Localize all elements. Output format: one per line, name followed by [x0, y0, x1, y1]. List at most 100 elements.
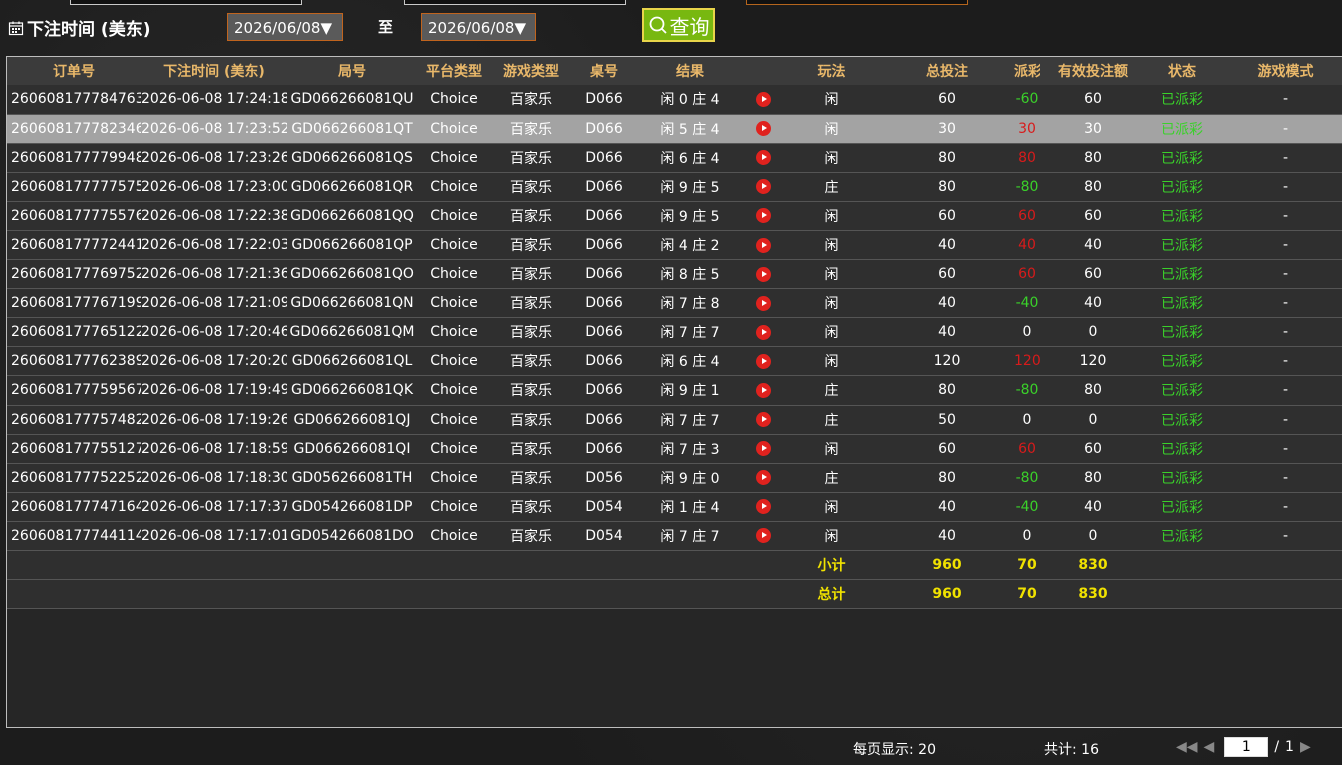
table-row[interactable]: 260608177759567 2026-06-08 17:19:49 GD0662…: [7, 375, 1342, 406]
play-type-cell: 闲: [783, 346, 880, 377]
payout-cell: -40: [1014, 288, 1040, 319]
round-number-cell: GD054266081DP: [287, 492, 417, 522]
play-icon[interactable]: [755, 266, 771, 282]
status-cell: 已派彩: [1146, 172, 1218, 202]
column-header: 局号: [338, 64, 366, 80]
page-number-input[interactable]: 1: [1224, 737, 1269, 757]
status-cell: 已派彩: [1146, 434, 1218, 464]
valid-bet-cell: 0: [1040, 405, 1146, 435]
replay-cell[interactable]: [743, 114, 783, 144]
replay-cell[interactable]: [743, 143, 783, 173]
play-icon[interactable]: [755, 237, 771, 253]
valid-bet-cell: 40: [1040, 288, 1146, 319]
play-icon[interactable]: [755, 295, 771, 311]
play-icon[interactable]: [755, 470, 771, 486]
replay-cell[interactable]: [743, 492, 783, 522]
query-button-label: 查询: [669, 14, 710, 39]
game-mode-cell: -: [1218, 201, 1342, 231]
order-number-cell: 260608177752252: [7, 463, 141, 493]
column-header: 有效投注额: [1058, 64, 1128, 80]
table-row[interactable]: 260608177747164 2026-06-08 17:17:37 GD0542…: [7, 492, 1342, 522]
round-number-cell: GD066266081QJ: [287, 405, 417, 435]
result-cell: 闲 7 庄 7: [637, 317, 743, 348]
result-cell: 闲 9 庄 5: [637, 172, 743, 202]
replay-cell[interactable]: [743, 463, 783, 493]
table-row[interactable]: 260608177772441 2026-06-08 17:22:03 GD0662…: [7, 230, 1342, 261]
play-type-cell: 闲: [783, 85, 880, 115]
subtotal-payout: 70: [1014, 550, 1040, 581]
replay-cell[interactable]: [743, 85, 783, 115]
payout-cell: 60: [1014, 434, 1040, 464]
play-icon[interactable]: [755, 353, 771, 369]
result-cell: 闲 8 庄 5: [637, 259, 743, 290]
result-cell: 闲 9 庄 5: [637, 201, 743, 231]
replay-cell[interactable]: [743, 201, 783, 231]
valid-bet-cell: 60: [1040, 259, 1146, 290]
valid-bet-cell: 80: [1040, 143, 1146, 173]
play-icon[interactable]: [755, 121, 771, 137]
round-number-cell: GD066266081QM: [287, 317, 417, 348]
platform-cell: Choice: [417, 172, 491, 202]
order-number-cell: 260608177747164: [7, 492, 141, 522]
result-cell: 闲 7 庄 3: [637, 434, 743, 464]
table-number-cell: D066: [571, 85, 637, 115]
round-number-cell: GD066266081QT: [287, 114, 417, 144]
platform-cell: Choice: [417, 143, 491, 173]
bet-time-cell: 2026-06-08 17:20:46: [141, 317, 287, 348]
table-row[interactable]: 260608177784763 2026-06-08 17:24:18 GD0662…: [7, 85, 1342, 115]
date-from-select[interactable]: 2026/06/08▼: [227, 13, 343, 41]
empty-cell: [743, 550, 783, 581]
total-bet-cell: 60: [880, 85, 1014, 115]
status-cell: 已派彩: [1146, 288, 1218, 319]
game-mode-cell: -: [1218, 114, 1342, 144]
table-row[interactable]: 260608177755127 2026-06-08 17:18:59 GD0662…: [7, 434, 1342, 464]
table-row[interactable]: 260608177769752 2026-06-08 17:21:36 GD0662…: [7, 259, 1342, 290]
play-icon[interactable]: [755, 441, 771, 457]
play-icon[interactable]: [755, 324, 771, 340]
game-mode-cell: -: [1218, 317, 1342, 348]
next-page-icon[interactable]: ▶: [1300, 739, 1311, 755]
replay-cell[interactable]: [743, 317, 783, 348]
replay-cell[interactable]: [743, 346, 783, 377]
first-page-icon[interactable]: ◀◀: [1176, 739, 1198, 755]
bet-time-cell: 2026-06-08 17:21:36: [141, 259, 287, 290]
play-icon[interactable]: [755, 91, 771, 107]
table-number-cell: D066: [571, 143, 637, 173]
replay-cell[interactable]: [743, 172, 783, 202]
table-row[interactable]: 260608177767199 2026-06-08 17:21:09 GD0662…: [7, 288, 1342, 319]
replay-cell[interactable]: [743, 375, 783, 406]
play-icon[interactable]: [755, 412, 771, 428]
play-icon[interactable]: [755, 499, 771, 515]
play-icon[interactable]: [755, 208, 771, 224]
table-row[interactable]: 260608177779948 2026-06-08 17:23:26 GD0662…: [7, 143, 1342, 173]
total-bet-cell: 50: [880, 405, 1014, 435]
platform-cell: Choice: [417, 201, 491, 231]
result-cell: 闲 7 庄 7: [637, 405, 743, 435]
replay-cell[interactable]: [743, 405, 783, 435]
prev-page-icon[interactable]: ◀: [1204, 739, 1215, 755]
table-row[interactable]: 260608177775576 2026-06-08 17:22:38 GD0662…: [7, 201, 1342, 231]
result-cell: 闲 9 庄 1: [637, 375, 743, 406]
table-row[interactable]: 260608177744114 2026-06-08 17:17:01 GD0542…: [7, 521, 1342, 552]
table-number-cell: D066: [571, 114, 637, 144]
replay-cell[interactable]: [743, 521, 783, 552]
empty-cell: [287, 550, 417, 581]
replay-cell[interactable]: [743, 259, 783, 290]
date-to-select[interactable]: 2026/06/08▼: [421, 13, 536, 41]
table-row[interactable]: 260608177752252 2026-06-08 17:18:30 GD0562…: [7, 463, 1342, 493]
table-row[interactable]: 260608177765122 2026-06-08 17:20:46 GD0662…: [7, 317, 1342, 348]
play-icon[interactable]: [755, 382, 771, 398]
replay-cell[interactable]: [743, 288, 783, 319]
play-icon[interactable]: [755, 179, 771, 195]
play-icon[interactable]: [755, 150, 771, 166]
replay-cell[interactable]: [743, 230, 783, 261]
play-icon[interactable]: [755, 528, 771, 544]
table-row[interactable]: 260608177777575 2026-06-08 17:23:00 GD0662…: [7, 172, 1342, 202]
table-row[interactable]: 260608177762389 2026-06-08 17:20:20 GD0662…: [7, 346, 1342, 377]
table-row[interactable]: 260608177782346 2026-06-08 17:23:52 GD0662…: [7, 114, 1342, 144]
table-row[interactable]: 260608177757482 2026-06-08 17:19:26 GD0662…: [7, 405, 1342, 435]
valid-bet-cell: 0: [1040, 317, 1146, 348]
query-button[interactable]: 查询: [642, 8, 715, 42]
replay-cell[interactable]: [743, 434, 783, 464]
bet-time-cell: 2026-06-08 17:23:52: [141, 114, 287, 144]
